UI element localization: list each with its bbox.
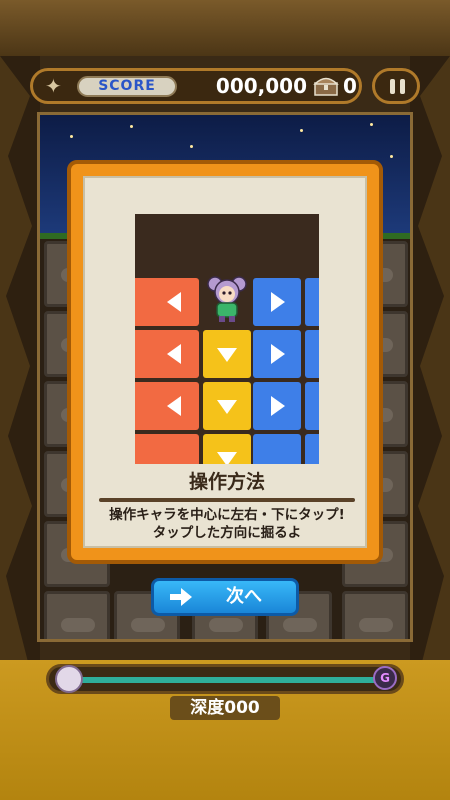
dirt-block [342,591,408,639]
dig-down-tile [203,382,251,430]
dig-down-tile [203,330,251,378]
treasure-chest-icon [313,75,339,97]
arrow-left-icon [167,396,181,416]
tutorial-panel: 操作方法 操作キャラを中心に左右・下にタップ! タップした方向に掘るよ [83,176,367,548]
dig-right-tile [253,434,301,464]
arrow-right-icon [170,588,192,606]
score-bar: ✦ SCORE 000,000 0 [30,68,362,104]
chest-count: 0 [343,74,357,98]
left-wall [0,56,40,662]
player-character-icon [205,274,249,324]
score-value: 000,000 [215,74,307,98]
arrow-left-icon [167,292,181,312]
dig-right-tile [253,330,301,378]
arrow-right-icon [271,344,285,364]
dirt-block [44,591,110,639]
tutorial-illustration [135,214,319,464]
tutorial-dialog: 操作方法 操作キャラを中心に左右・下にタップ! タップした方向に掘るよ [67,160,383,564]
dig-right-tile [253,278,301,326]
pause-button[interactable] [372,68,420,104]
dig-left-tile [151,382,199,430]
top-band [0,0,450,56]
dig-left-tile [151,278,199,326]
dig-right-tile [305,330,319,378]
arrow-right-icon [271,292,285,312]
dig-down-tile [203,434,251,464]
divider [99,498,355,502]
depth-counter: 深度000 [170,696,280,720]
dig-right-tile [305,382,319,430]
arrow-right-icon [271,396,285,416]
tutorial-description: 操作キャラを中心に左右・下にタップ! タップした方向に掘るよ [85,506,369,546]
depth-progress-bar [79,677,377,683]
tutorial-description-line1: 操作キャラを中心に左右・下にタップ! [109,507,345,523]
next-button-label: 次へ [226,586,262,607]
arrow-down-icon [217,348,237,362]
score-label: SCORE [77,76,177,97]
tutorial-description-line2: タップした方向に掘るよ [152,525,302,541]
depth-progress-track: G [46,664,404,694]
tutorial-title: 操作方法 [188,471,265,493]
dig-right-tile [253,382,301,430]
arrow-left-icon [167,344,181,364]
dig-left-tile [151,434,199,464]
arrow-down-icon [217,452,237,464]
goal-marker: G [373,666,397,690]
dig-right-tile [305,278,319,326]
dig-right-tile [305,434,319,464]
character-face-icon [55,665,83,693]
next-button[interactable]: 次へ [151,578,299,616]
dig-left-tile [151,330,199,378]
arrow-down-icon [217,400,237,414]
right-wall [410,56,450,662]
sparkle-icon: ✦ [45,74,62,98]
